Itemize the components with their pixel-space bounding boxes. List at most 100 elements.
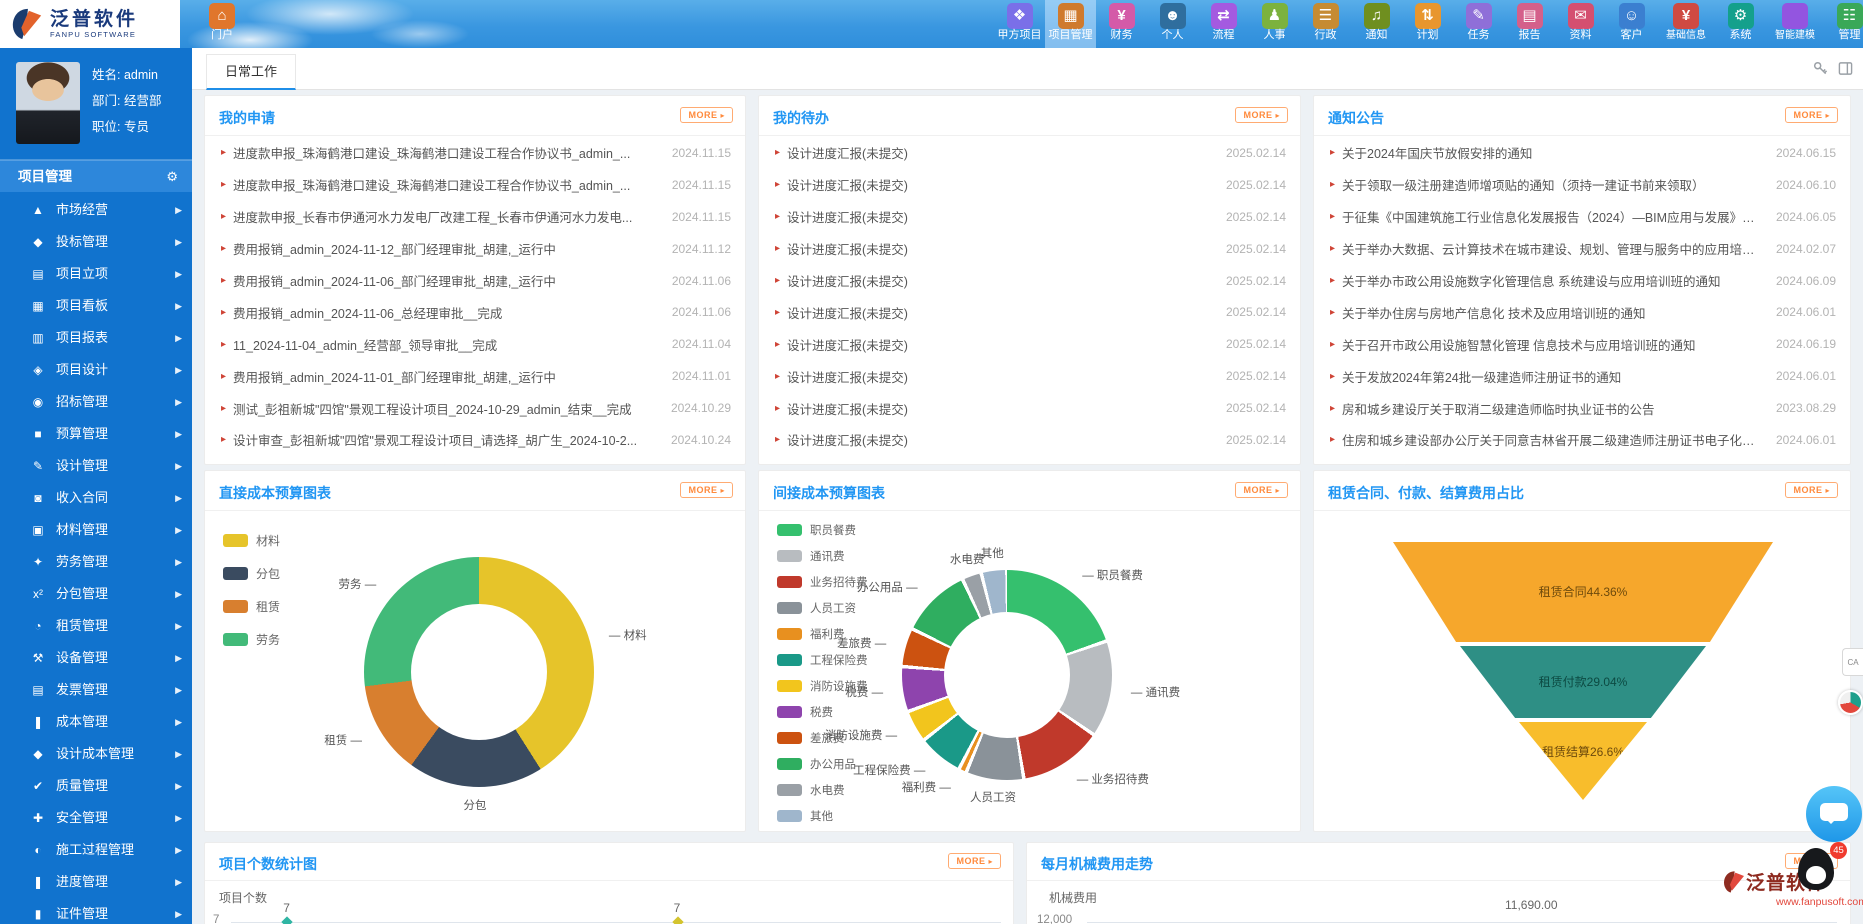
more-button[interactable]: MORE ▸ <box>1235 482 1288 498</box>
qq-icon[interactable] <box>1798 848 1834 890</box>
funnel-stage-lease-contract[interactable]: 租赁合同44.36% <box>1393 542 1773 642</box>
nav-item-plan[interactable]: ⇅ 计划 <box>1402 0 1453 48</box>
nav-item-task[interactable]: ✎ 任务 <box>1453 0 1504 48</box>
panel-title[interactable]: 我的待办 <box>773 108 829 128</box>
list-item[interactable]: ▸ 设计审查_彭祖新城"四馆"景观工程设计项目_请选择_胡广生_2024-10-… <box>205 425 745 455</box>
sidebar-item-labor[interactable]: ✦ 劳务管理 ▶ <box>0 546 192 578</box>
sidebar-item-project-report[interactable]: ▥ 项目报表 ▶ <box>0 322 192 354</box>
list-item[interactable]: ▸ 关于召开市政公用设施智慧化管理 信息技术与应用培训班的通知 2024.06.… <box>1314 329 1850 359</box>
list-item[interactable]: ▸ 11_2024-11-04_admin_经营部_领导审批__完成 2024.… <box>205 329 745 359</box>
nav-item-document[interactable]: ✉ 资料 <box>1555 0 1606 48</box>
panel-title[interactable]: 直接成本预算图表 <box>219 483 331 503</box>
more-button[interactable]: MORE ▸ <box>1235 107 1288 123</box>
funnel-stage-lease-settlement[interactable]: 租赁结算26.6% <box>1519 722 1647 800</box>
collapse-panel-icon[interactable] <box>1838 61 1853 76</box>
list-item[interactable]: ▸ 费用报销_admin_2024-11-06_总经理审批__完成 2024.1… <box>205 297 745 327</box>
list-item[interactable]: ▸ 设计进度汇报(未提交) 2025.02.14 <box>759 393 1300 423</box>
more-button[interactable]: MORE ▸ <box>948 853 1001 869</box>
list-item[interactable]: ▸ 费用报销_admin_2024-11-01_部门经理审批_胡建,_运行中 2… <box>205 361 745 391</box>
legend-item[interactable]: 水电费 <box>777 782 868 798</box>
avatar[interactable] <box>16 62 80 144</box>
nav-item-notification[interactable]: ♫ 通知 <box>1351 0 1402 48</box>
list-item[interactable]: ▸ 设计进度汇报(未提交) 2025.02.14 <box>759 361 1300 391</box>
list-item[interactable]: ▸ 费用报销_admin_2024-11-12_部门经理审批_胡建,_运行中 2… <box>205 234 745 264</box>
legend-item[interactable]: 税费 <box>777 704 868 720</box>
sidebar-item-subcontract[interactable]: x² 分包管理 ▶ <box>0 578 192 610</box>
sidebar-item-design-cost[interactable]: ◆ 设计成本管理 ▶ <box>0 738 192 770</box>
more-button[interactable]: MORE ▸ <box>680 482 733 498</box>
legend-item[interactable]: 租赁 <box>223 598 280 615</box>
list-item[interactable]: ▸ 住房和城乡建设部办公厅关于同意吉林省开展二级建造师注册证书电子化试点... … <box>1314 425 1850 455</box>
nav-item-base-info[interactable]: ¥ 基础信息 <box>1657 0 1715 48</box>
list-item[interactable]: ▸ 测试_彭祖新城"四馆"景观工程设计项目_2024-10-29_admin_结… <box>205 393 745 423</box>
list-item[interactable]: ▸ 设计进度汇报(未提交) 2025.02.14 <box>759 170 1300 200</box>
sidebar-item-lease[interactable]: ◔ 租赁管理 ▶ <box>0 610 192 642</box>
sidebar-item-tender[interactable]: ◉ 招标管理 ▶ <box>0 386 192 418</box>
sidebar-item-project-board[interactable]: ▦ 项目看板 ▶ <box>0 290 192 322</box>
legend-item[interactable]: 工程保险费 <box>777 652 868 668</box>
legend-item[interactable]: 其他 <box>777 808 868 824</box>
chat-bubble-icon[interactable] <box>1806 786 1862 842</box>
nav-item-finance[interactable]: ¥ 财务 <box>1096 0 1147 48</box>
list-item[interactable]: ▸ 进度款申报_长春市伊通河水力发电厂改建工程_长春市伊通河水力发电... 20… <box>205 202 745 232</box>
sidebar-item-construction-process[interactable]: ◐ 施工过程管理 ▶ <box>0 834 192 866</box>
list-item[interactable]: ▸ 设计进度汇报(未提交) 2025.02.14 <box>759 138 1300 168</box>
nav-item-system[interactable]: ⚙ 系统 <box>1715 0 1766 48</box>
gear-icon[interactable]: ⚙ <box>166 161 178 193</box>
list-item[interactable]: ▸ 房和城乡建设厅关于取消二级建造师临时执业证书的公告 2023.08.29 <box>1314 393 1850 423</box>
list-item[interactable]: ▸ 进度款申报_珠海鹤港口建设_珠海鹤港口建设工程合作协议书_admin_...… <box>205 170 745 200</box>
sidebar-item-safety[interactable]: ✚ 安全管理 ▶ <box>0 802 192 834</box>
project-count-chart[interactable]: 项目个数 7 77 <box>205 881 1013 924</box>
data-point-marker[interactable] <box>672 916 683 924</box>
list-item[interactable]: ▸ 费用报销_admin_2024-11-06_部门经理审批_胡建,_运行中 2… <box>205 266 745 296</box>
sidebar-item-progress[interactable]: ❚ 进度管理 ▶ <box>0 866 192 898</box>
legend-item[interactable]: 职员餐费 <box>777 522 868 538</box>
list-item[interactable]: ▸ 关于领取一级注册建造师增项贴的通知（须持一建证书前来领取） 2024.06.… <box>1314 170 1850 200</box>
legend-item[interactable]: 通讯费 <box>777 548 868 564</box>
sidebar-item-quality[interactable]: ✔ 质量管理 ▶ <box>0 770 192 802</box>
nav-item-customer[interactable]: ☺ 客户 <box>1606 0 1657 48</box>
list-item[interactable]: ▸ 设计进度汇报(未提交) 2025.02.14 <box>759 425 1300 455</box>
dock-circle-icon[interactable] <box>1838 690 1863 715</box>
sidebar-item-project-initiation[interactable]: ▤ 项目立项 ▶ <box>0 258 192 290</box>
list-item[interactable]: ▸ 于征集《中国建筑施工行业信息化发展报告（2024）—BIM应用与发展》材料.… <box>1314 202 1850 232</box>
lease-funnel-chart[interactable]: 租赁合同44.36% 租赁付款29.04% 租赁结算26.6% <box>1314 512 1850 831</box>
sidebar-item-project-design[interactable]: ◈ 项目设计 ▶ <box>0 354 192 386</box>
sidebar-item-design[interactable]: ✎ 设计管理 ▶ <box>0 450 192 482</box>
nav-item-portal[interactable]: ⌂ 门户 <box>196 0 248 48</box>
list-item[interactable]: ▸ 设计进度汇报(未提交) 2025.02.14 <box>759 329 1300 359</box>
list-item[interactable]: ▸ 关于举办住房与房地产信息化 技术及应用培训班的通知 2024.06.01 <box>1314 297 1850 327</box>
data-point-marker[interactable] <box>282 916 293 924</box>
list-item[interactable]: ▸ 关于举办市政公用设施数字化管理信息 系统建设与应用培训班的通知 2024.0… <box>1314 266 1850 296</box>
direct-cost-donut-chart[interactable]: 材料 分包 租赁 劳务— 材料分包租赁 —劳务 — <box>205 512 745 831</box>
sidebar-item-bidding[interactable]: ◆ 投标管理 ▶ <box>0 226 192 258</box>
list-item[interactable]: ▸ 进度款申报_珠海鹤港口建设_珠海鹤港口建设工程合作协议书_admin_...… <box>205 138 745 168</box>
legend-item[interactable]: 分包 <box>223 565 280 582</box>
sidebar-item-equipment[interactable]: ⚒ 设备管理 ▶ <box>0 642 192 674</box>
panel-title[interactable]: 通知公告 <box>1328 108 1384 128</box>
nav-item-smart-modeling[interactable]: 智能建模 <box>1766 0 1824 48</box>
sidebar-item-income-contract[interactable]: ◙ 收入合同 ▶ <box>0 482 192 514</box>
nav-item-administration[interactable]: ☰ 行政 <box>1300 0 1351 48</box>
more-button[interactable]: MORE ▸ <box>680 107 733 123</box>
list-item[interactable]: ▸ 关于2024年国庆节放假安排的通知 2024.06.15 <box>1314 138 1850 168</box>
nav-item-hr[interactable]: ♟ 人事 <box>1249 0 1300 48</box>
legend-item[interactable]: 人员工资 <box>777 600 868 616</box>
panel-title[interactable]: 间接成本预算图表 <box>773 483 885 503</box>
list-item[interactable]: ▸ 关于举办大数据、云计算技术在城市建设、规划、管理与服务中的应用培训班... … <box>1314 234 1850 264</box>
sidebar-item-material[interactable]: ▣ 材料管理 ▶ <box>0 514 192 546</box>
legend-item[interactable]: 劳务 <box>223 631 280 648</box>
sidebar-item-invoice[interactable]: ▤ 发票管理 ▶ <box>0 674 192 706</box>
sidebar-section-project-management[interactable]: 项目管理 ⚙ <box>0 160 192 192</box>
more-button[interactable]: MORE ▸ <box>1785 107 1838 123</box>
sidebar-item-certificate[interactable]: ▮ 证件管理 ▶ <box>0 898 192 924</box>
tab-daily-work[interactable]: 日常工作 <box>206 54 296 90</box>
legend-item[interactable]: 材料 <box>223 532 280 549</box>
list-item[interactable]: ▸ 设计进度汇报(未提交) 2025.02.14 <box>759 234 1300 264</box>
indirect-cost-donut-chart[interactable]: 职员餐费 通讯费 业务招待费 人员工资 福利费 工程保险费 消防设施费 税费 差… <box>759 512 1300 831</box>
more-button[interactable]: MORE ▸ <box>1785 482 1838 498</box>
list-item[interactable]: ▸ 设计进度汇报(未提交) 2025.02.14 <box>759 297 1300 327</box>
sidebar-item-market-operation[interactable]: ▲ 市场经营 ▶ <box>0 194 192 226</box>
nav-item-project-management[interactable]: ▦ 项目管理 <box>1045 0 1096 48</box>
nav-item-manage[interactable]: ☷ 管理 <box>1824 0 1863 48</box>
